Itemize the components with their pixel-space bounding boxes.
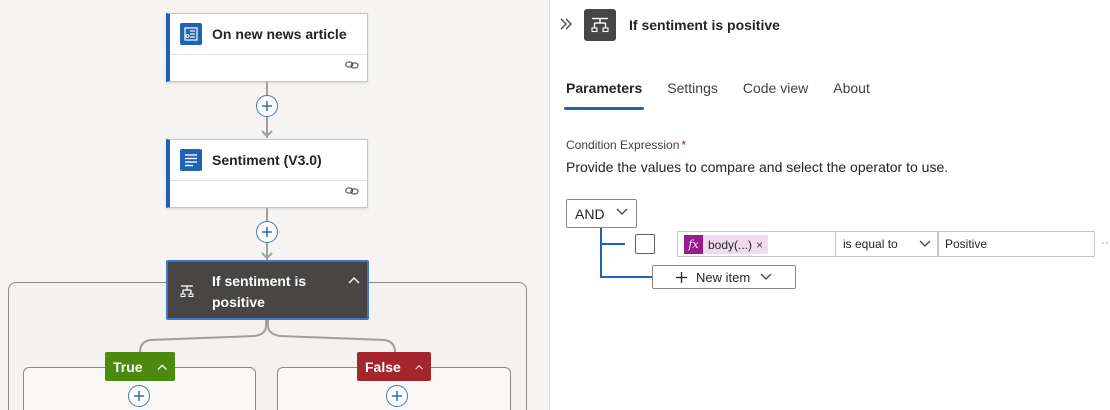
chevron-down-icon [760,273,772,280]
operator-value: is equal to [843,237,898,251]
condition-icon [180,284,194,302]
chevron-up-icon [157,363,167,370]
left-operand-input[interactable]: fx body(...) × [677,231,837,257]
group-tree-line [600,243,625,245]
right-operand-value: Positive [945,237,988,251]
condition-card[interactable]: If sentiment is positive [166,260,369,320]
panel-title: If sentiment is positive [629,17,780,33]
chevron-up-icon[interactable] [348,271,360,289]
function-icon: fx [684,235,703,254]
row-select-checkbox[interactable] [635,234,655,254]
condition-expression-label-text: Condition Expression [566,138,680,152]
add-true-step-button[interactable] [128,385,150,407]
false-branch-header[interactable]: False [357,352,431,381]
chevron-up-icon [415,364,423,369]
expression-token[interactable]: fx body(...) × [684,235,769,254]
group-tree-line [600,276,652,278]
chevron-down-icon [616,208,628,215]
required-marker: * [681,138,687,152]
new-item-button[interactable]: New item [652,265,796,289]
panel-tabs: Parameters Settings Code view About [563,80,895,110]
designer-canvas[interactable]: On new news article Sentiment (V3.0) If … [0,0,549,410]
new-item-label: New item [696,269,751,285]
operator-dropdown[interactable]: is equal to [835,231,938,257]
remove-token-button[interactable]: × [756,238,763,252]
true-branch-header[interactable]: True [105,352,175,381]
chevron-down-icon [919,240,931,247]
group-tree-line [600,228,602,277]
condition-title: If sentiment is positive [212,273,307,310]
details-panel: If sentiment is positive Parameters Sett… [549,0,1110,410]
panel-header: If sentiment is positive [550,0,1110,50]
group-operator-value: AND [575,205,605,222]
condition-expression-label: Condition Expression * [566,138,686,152]
plus-icon [134,391,144,401]
tab-code-view[interactable]: Code view [743,80,808,108]
condition-icon [584,9,616,41]
plus-icon [392,391,402,401]
false-branch-label: False [365,358,401,375]
tab-parameters[interactable]: Parameters [563,80,645,110]
tab-settings[interactable]: Settings [667,80,718,108]
tab-about[interactable]: About [833,80,870,108]
true-branch-label: True [113,358,143,375]
row-more-options[interactable]: ·· [1101,235,1109,249]
group-operator-dropdown[interactable]: AND [566,199,637,228]
collapse-panel-icon[interactable] [559,17,573,35]
condition-expression-description: Provide the values to compare and select… [566,159,949,175]
branch-connectors [139,320,396,353]
right-operand-input[interactable]: Positive [938,231,1095,257]
add-false-step-button[interactable] [386,385,408,407]
plus-icon [676,271,687,283]
expression-token-text: body(...) [708,237,753,252]
